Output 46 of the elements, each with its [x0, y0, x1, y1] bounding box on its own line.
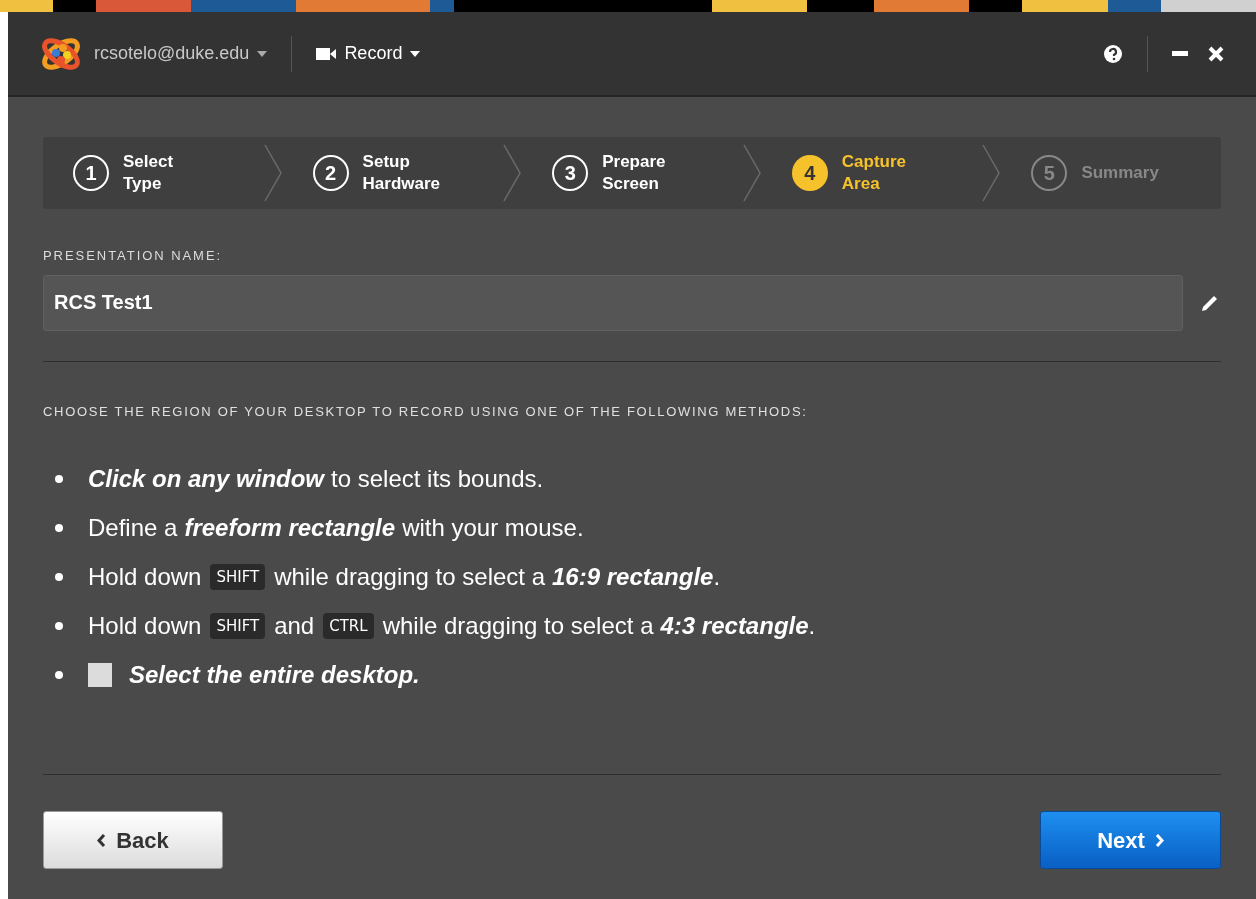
method-text: with your mouse.: [402, 513, 584, 543]
chevron-separator-icon: [502, 144, 523, 202]
video-camera-icon: [316, 46, 337, 61]
chevron-right-icon: [1154, 833, 1164, 847]
method-emphasis: 16:9 rectangle: [552, 562, 714, 592]
method-text: and: [274, 611, 315, 641]
bullet-icon: [55, 524, 63, 532]
record-menu[interactable]: Record: [316, 40, 421, 67]
close-icon[interactable]: [1208, 45, 1224, 62]
method-text: .: [713, 562, 721, 592]
chevron-left-icon: [97, 833, 107, 847]
method-emphasis: freeform rectangle: [184, 513, 396, 543]
key-cap: SHIFT: [210, 563, 266, 591]
next-button[interactable]: Next: [1040, 811, 1221, 869]
caret-icon: [257, 50, 268, 57]
field-label: PRESENTATION NAME:: [43, 247, 224, 265]
method-text: to select its bounds.: [331, 464, 544, 494]
chevron-separator-icon: [741, 144, 762, 202]
method-text: while dragging to select a: [382, 611, 654, 641]
method-text: .: [808, 611, 816, 641]
step-tab[interactable]: 1 Select Type: [73, 150, 233, 196]
method-text: while dragging to select a: [274, 562, 545, 592]
presentation-name-field[interactable]: RCS Test1: [43, 274, 1183, 331]
checkbox[interactable]: [88, 663, 112, 687]
method-emphasis: 4:3 rectangle: [660, 611, 809, 641]
step-tab[interactable]: 4 Capture Area: [791, 150, 952, 196]
key-cap: CTRL: [323, 612, 374, 640]
method-emphasis: Select the entire desktop.: [129, 660, 420, 690]
step-tab[interactable]: 3 Prepare Screen: [552, 150, 712, 196]
account-menu[interactable]: rcsotelo@duke.edu: [94, 40, 268, 67]
bullet-icon: [55, 671, 63, 679]
key-cap: SHIFT: [210, 612, 266, 640]
bullet-icon: [55, 475, 63, 483]
method-text: Define a: [88, 513, 178, 543]
method-emphasis: Click on any window: [88, 464, 325, 494]
chevron-separator-icon: [981, 144, 1002, 202]
instructions-text: CHOOSE THE REGION OF YOUR DESKTOP TO RECORD USING ONE OF THE FOLLOWING METHODS:: [43, 402, 809, 421]
help-icon[interactable]: [1103, 43, 1123, 64]
method-text: Hold down: [88, 611, 202, 641]
back-button[interactable]: Back: [43, 811, 223, 869]
step-tab[interactable]: 2 Setup Hardware: [312, 150, 473, 196]
caret-icon: [410, 50, 421, 57]
chevron-separator-icon: [262, 144, 283, 202]
bullet-icon: [55, 622, 63, 630]
bullet-icon: [55, 573, 63, 581]
method-text: Hold down: [88, 562, 202, 592]
